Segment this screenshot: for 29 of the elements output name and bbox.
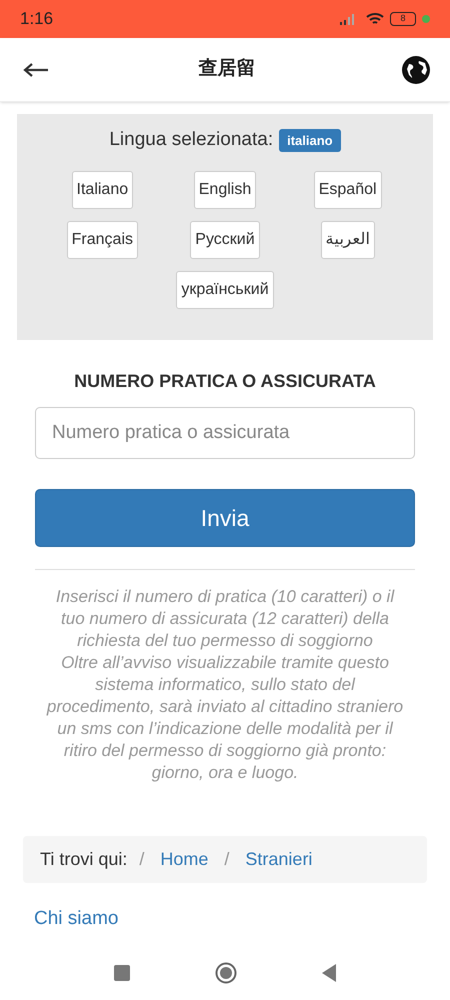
selected-language-badge: italiano <box>279 128 341 152</box>
submit-button[interactable]: Invia <box>35 489 415 547</box>
language-button[interactable]: English <box>194 170 256 208</box>
breadcrumb-separator: / <box>138 848 146 871</box>
help-paragraph: Oltre all’avviso visualizzabile tramite questo sistema informatico, sullo stato del procedimento, sarà inviato al cittadino straniero un sms con l’indicazione delle modalità per il ritiro del permesso di soggiorno già pronto: giorno, ora e luogo. <box>46 652 404 784</box>
notification-dot-icon <box>422 15 430 23</box>
practice-number-field[interactable]: Numero pratica o assicurata <box>35 407 415 459</box>
battery-indicator: 8 <box>390 12 416 26</box>
footer-link[interactable]: Chi siamo <box>34 905 433 934</box>
breadcrumb-link[interactable]: Home <box>156 846 212 873</box>
back-icon[interactable] <box>322 964 336 982</box>
home-icon[interactable] <box>215 962 237 984</box>
breadcrumb-link[interactable]: Stranieri <box>241 846 316 873</box>
selected-language-label: Lingua selezionata: <box>109 128 274 152</box>
language-button[interactable]: український <box>176 270 274 308</box>
globe-icon[interactable] <box>402 56 430 84</box>
help-paragraph: Inserisci il numero di pratica (10 caratteri) o il tuo numero di assicurata (12 caratteri) della richiesta del tuo permesso di soggiorno <box>54 586 396 652</box>
language-button[interactable]: Русский <box>190 220 260 258</box>
app-title: 查居留 <box>198 57 256 82</box>
language-button[interactable]: Français <box>66 220 138 258</box>
language-button[interactable]: Español <box>314 170 382 208</box>
language-button[interactable]: العربية <box>320 220 375 258</box>
breadcrumb-separator: / <box>223 848 230 871</box>
language-button[interactable]: Italiano <box>72 170 134 208</box>
breadcrumb-label: Ti trovi qui: <box>40 848 128 871</box>
status-time: 1:16 <box>20 8 54 30</box>
form-heading: NUMERO PRATICA O ASSICURATA <box>73 370 377 393</box>
wifi-icon <box>366 12 384 26</box>
back-arrow-icon <box>23 62 49 78</box>
